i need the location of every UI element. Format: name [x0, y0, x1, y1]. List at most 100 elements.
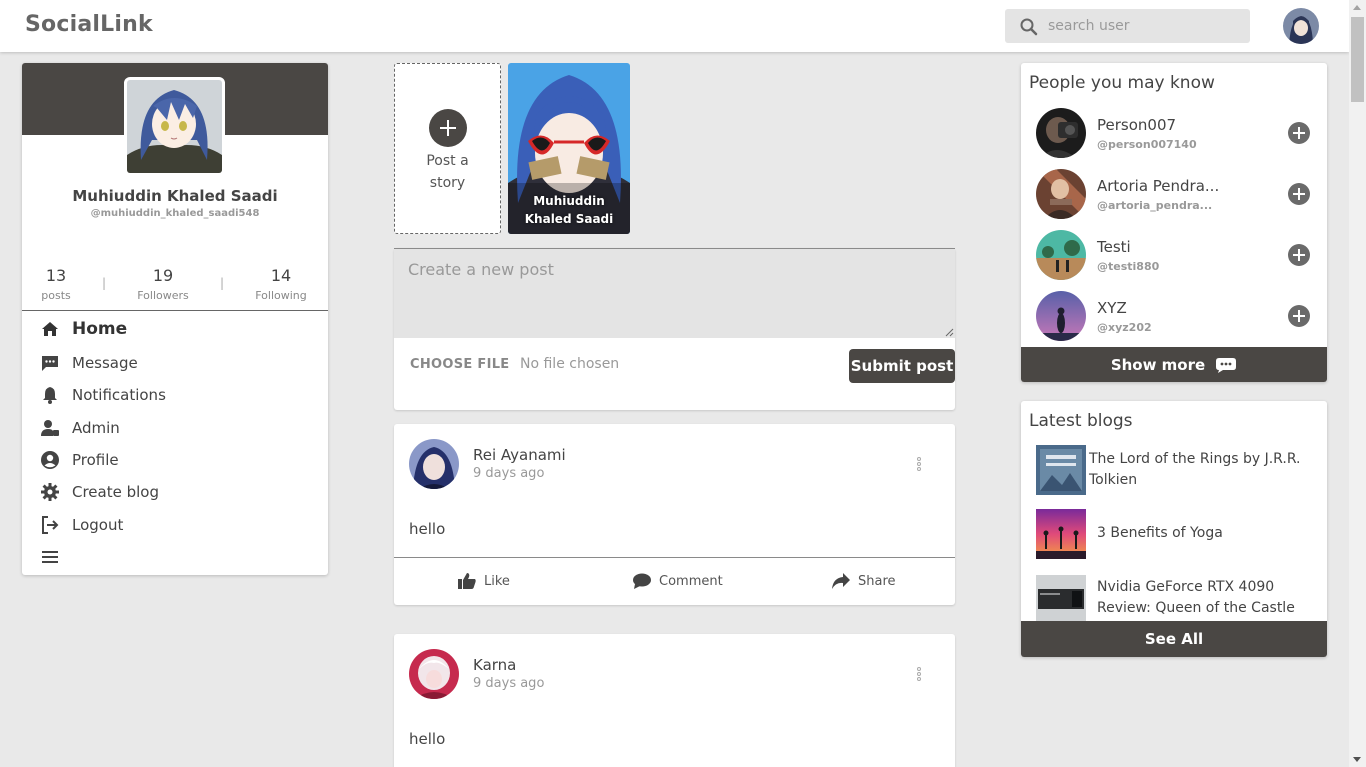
- person-handle: @xyz202: [1097, 321, 1152, 334]
- user-avatar[interactable]: [1283, 8, 1319, 44]
- nav-item-label: Notifications: [72, 386, 166, 404]
- divider: [22, 310, 328, 311]
- nav-item-home[interactable]: Home: [40, 317, 127, 341]
- stat-posts-value: 13: [45, 266, 67, 285]
- blog-thumbnail: [1036, 509, 1086, 559]
- person-item[interactable]: Person007 @person007140: [1036, 108, 1321, 158]
- more-options-icon[interactable]: [917, 457, 921, 473]
- nav-item-create-blog[interactable]: Create blog: [40, 480, 159, 504]
- blog-thumbnail: [1036, 575, 1086, 625]
- person-name: XYZ: [1097, 299, 1127, 317]
- add-friend-button[interactable]: [1288, 244, 1310, 266]
- stat-followers-value: 19: [152, 266, 174, 285]
- person-name: Person007: [1097, 116, 1177, 134]
- message-icon: [42, 356, 58, 371]
- person-item[interactable]: XYZ @xyz202: [1036, 291, 1321, 341]
- comment-icon: [633, 573, 651, 589]
- chat-bubble-icon: [1216, 357, 1237, 373]
- avatar[interactable]: [409, 439, 459, 489]
- scroll-up-arrow-icon[interactable]: [1353, 5, 1361, 10]
- nav-item-message[interactable]: Message: [40, 351, 138, 375]
- story-card[interactable]: Muhiuddin Khaled Saadi: [508, 63, 630, 234]
- add-friend-button[interactable]: [1288, 122, 1310, 144]
- blog-title: The Lord of the Rings by J.R.R. Tolkien: [1089, 451, 1301, 488]
- share-icon: [832, 573, 850, 589]
- add-friend-button[interactable]: [1288, 305, 1310, 327]
- share-label: Share: [858, 573, 896, 589]
- new-post-placeholder: Create a new post: [408, 260, 554, 279]
- file-status: No file chosen: [520, 356, 620, 372]
- stat-following[interactable]: 14 Following: [241, 266, 321, 302]
- profile-picture[interactable]: [124, 77, 225, 176]
- avatar[interactable]: [1036, 291, 1086, 341]
- person-handle: @person007140: [1097, 138, 1197, 151]
- search-input[interactable]: search user: [1048, 18, 1130, 34]
- blog-item[interactable]: Nvidia GeForce RTX 4090 Review: Queen of…: [1036, 575, 1321, 625]
- more-options-icon[interactable]: [917, 667, 921, 683]
- top-bar: SocialLink search user: [0, 0, 1349, 52]
- stat-posts-label: posts: [41, 289, 71, 302]
- nav-item-admin[interactable]: Admin: [40, 416, 120, 440]
- avatar[interactable]: [409, 649, 459, 699]
- resize-grip-icon[interactable]: [945, 328, 954, 337]
- nav-item-label: Profile: [72, 451, 119, 469]
- stat-separator: |: [102, 276, 107, 290]
- page-scrollbar[interactable]: [1349, 0, 1366, 767]
- new-post-textarea[interactable]: Create a new post: [394, 248, 955, 338]
- nav-item-profile[interactable]: Profile: [40, 448, 119, 472]
- like-label: Like: [484, 573, 510, 589]
- nav-item-label: Home: [72, 319, 128, 339]
- show-more-button[interactable]: Show more: [1021, 347, 1327, 382]
- post-story-button[interactable]: Post a story: [394, 63, 501, 234]
- nav-item-menu[interactable]: [40, 545, 72, 569]
- person-handle: @artoria_pendra...: [1097, 199, 1213, 212]
- see-all-button[interactable]: See All: [1021, 621, 1327, 657]
- post-timestamp: 9 days ago: [473, 676, 545, 691]
- nav-item-notifications[interactable]: Notifications: [40, 383, 166, 407]
- like-button[interactable]: Like: [457, 572, 510, 590]
- blog-item[interactable]: 3 Benefits of Yoga: [1036, 509, 1321, 559]
- plus-icon: [429, 109, 467, 147]
- search-box[interactable]: search user: [1005, 9, 1250, 43]
- profile-name: Muhiuddin Khaled Saadi: [72, 187, 278, 205]
- add-friend-button[interactable]: [1288, 183, 1310, 205]
- stat-followers-label: Followers: [137, 289, 189, 302]
- blog-thumbnail: [1036, 445, 1086, 495]
- choose-file-button[interactable]: CHOOSE FILE: [410, 357, 509, 372]
- latest-blogs-card: Latest blogs The Lord of the Rings by J.…: [1021, 401, 1327, 657]
- nav-item-label: Message: [72, 354, 138, 372]
- avatar[interactable]: [1036, 230, 1086, 280]
- nav-item-label: Admin: [72, 419, 120, 437]
- brand-logo[interactable]: SocialLink: [25, 12, 153, 37]
- post-card: Karna 9 days ago hello: [394, 634, 955, 767]
- scroll-down-arrow-icon[interactable]: [1353, 757, 1361, 762]
- blog-item[interactable]: The Lord of the Rings by J.R.R. Tolkien: [1036, 445, 1321, 495]
- stat-followers[interactable]: 19 Followers: [123, 266, 203, 302]
- nav-item-label: Logout: [72, 516, 124, 534]
- profile-icon: [41, 451, 59, 469]
- blogs-title: Latest blogs: [1029, 411, 1133, 431]
- submit-post-button[interactable]: Submit post: [849, 349, 955, 383]
- avatar[interactable]: [1036, 169, 1086, 219]
- share-button[interactable]: Share: [831, 572, 896, 590]
- avatar[interactable]: [1036, 108, 1086, 158]
- post-text: hello: [409, 520, 446, 538]
- post-composer: Create a new post CHOOSE FILE No file ch…: [394, 248, 955, 410]
- post-author[interactable]: Rei Ayanami: [473, 446, 566, 464]
- profile-card: Muhiuddin Khaled Saadi @muhiuddin_khaled…: [22, 63, 328, 575]
- people-title: People you may know: [1029, 73, 1215, 93]
- stat-posts[interactable]: 13 posts: [22, 266, 96, 302]
- scroll-thumb[interactable]: [1351, 17, 1364, 102]
- post-author[interactable]: Karna: [473, 656, 516, 674]
- gear-icon: [41, 483, 59, 501]
- person-item[interactable]: Artoria Pendra... @artoria_pendra...: [1036, 169, 1321, 219]
- story-author: Muhiuddin Khaled Saadi: [524, 194, 614, 226]
- post-text: hello: [409, 730, 446, 748]
- show-more-label: Show more: [1110, 355, 1206, 374]
- comment-button[interactable]: Comment: [632, 572, 723, 590]
- nav-item-logout[interactable]: Logout: [40, 513, 123, 537]
- profile-handle: @muhiuddin_khaled_saadi548: [90, 208, 260, 219]
- person-name: Testi: [1097, 238, 1131, 256]
- person-item[interactable]: Testi @testi880: [1036, 230, 1321, 280]
- bell-icon: [43, 387, 57, 404]
